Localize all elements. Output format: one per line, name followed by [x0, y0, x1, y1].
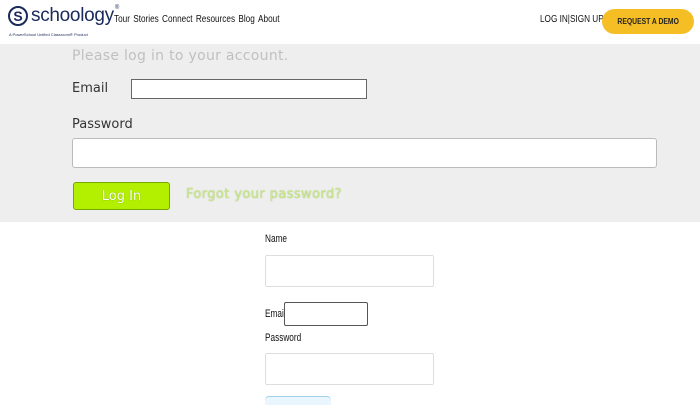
signup-email-input[interactable]	[284, 302, 368, 326]
nav-blog[interactable]: Blog	[238, 14, 254, 25]
sign-up-link[interactable]: SIGN UP	[570, 14, 604, 25]
log-in-button[interactable]: Log In	[73, 182, 170, 210]
signup-submit-button[interactable]	[265, 396, 331, 405]
nav-stories[interactable]: Stories	[133, 14, 159, 25]
nav-about[interactable]: About	[258, 14, 279, 25]
schoology-logo[interactable]: S schoology® A PowerSchool Unified Class…	[8, 5, 119, 40]
main-nav: Tour Stories Connect Resources Blog About	[114, 14, 283, 25]
logo-tagline: A PowerSchool Unified Classroom® Product	[9, 32, 88, 37]
request-demo-button[interactable]: REQUEST A DEMO	[602, 9, 694, 34]
forgot-password-link[interactable]: Forgot your password?	[186, 187, 342, 202]
login-password-label: Password	[72, 117, 133, 132]
log-in-link[interactable]: LOG IN	[540, 14, 568, 25]
log-in-button-label: Log In	[101, 188, 142, 204]
login-panel: Please log in to your account. Email Pas…	[0, 44, 700, 222]
login-password-input[interactable]	[72, 138, 657, 168]
signup-password-input[interactable]	[265, 353, 434, 385]
nav-resources[interactable]: Resources	[196, 14, 235, 25]
signup-name-label: Name	[265, 233, 288, 245]
signup-password-label: Password	[265, 332, 302, 344]
nav-connect[interactable]: Connect	[162, 14, 193, 25]
signup-name-input[interactable]	[265, 255, 434, 287]
auth-links: LOG IN|SIGN UP	[540, 14, 604, 25]
login-email-input[interactable]	[131, 79, 367, 99]
logo-s-icon: S	[8, 6, 28, 26]
site-header: S schoology® A PowerSchool Unified Class…	[0, 0, 700, 44]
login-email-label: Email	[72, 81, 109, 96]
request-demo-label: REQUEST A DEMO	[617, 17, 679, 26]
logo-wordmark: schoology®	[31, 5, 119, 26]
nav-tour[interactable]: Tour	[114, 14, 130, 25]
login-panel-title: Please log in to your account.	[72, 48, 289, 64]
signup-email-label: Email	[265, 308, 286, 320]
